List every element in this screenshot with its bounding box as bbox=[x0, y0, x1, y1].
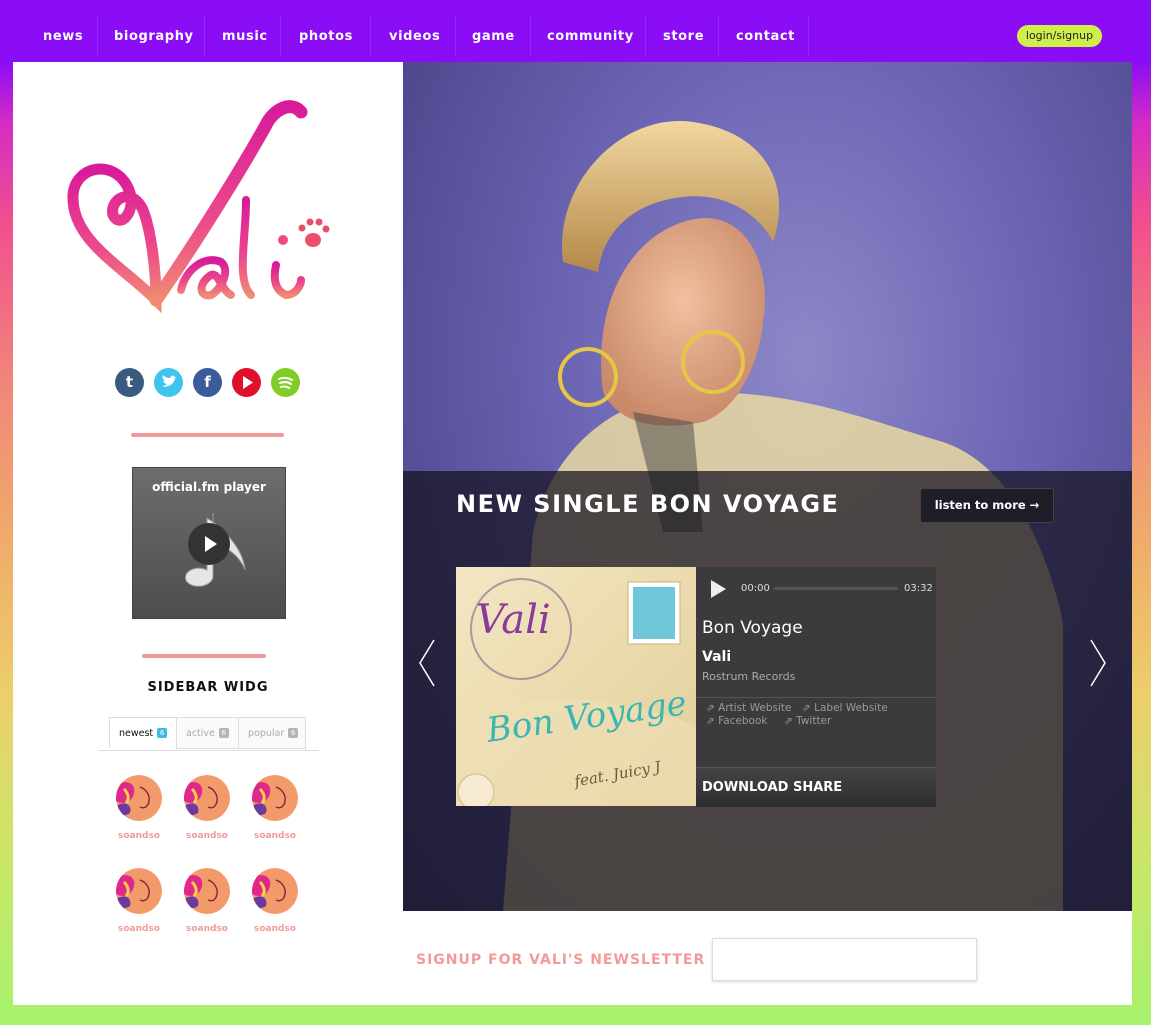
nav-divider bbox=[97, 16, 98, 56]
avatar-item[interactable]: soandso bbox=[245, 775, 305, 855]
avatar-item[interactable]: soandso bbox=[177, 775, 237, 855]
track-label: Rostrum Records bbox=[702, 670, 796, 683]
main-content: NEW SINGLE BON VOYAGE listen to more → V… bbox=[403, 62, 1132, 1005]
avatar[interactable] bbox=[116, 868, 162, 914]
nav-videos[interactable]: videos bbox=[389, 29, 440, 44]
slider-prev-arrow[interactable] bbox=[418, 638, 436, 692]
nav-biography[interactable]: biography bbox=[114, 29, 194, 44]
avatar-label[interactable]: soandso bbox=[177, 924, 237, 934]
track-actions: DOWNLOAD SHARE bbox=[696, 767, 936, 807]
nav-music[interactable]: music bbox=[222, 29, 268, 44]
tab-count-badge: 6 bbox=[288, 728, 299, 738]
sidebar: t f official.fm player SIDEBAR WIDG newes… bbox=[13, 62, 403, 1005]
avatar-label[interactable]: soandso bbox=[245, 924, 305, 934]
tumblr-icon[interactable]: t bbox=[115, 368, 144, 397]
vali-logo[interactable] bbox=[61, 90, 331, 334]
avatar[interactable] bbox=[184, 868, 230, 914]
nav-game[interactable]: game bbox=[472, 29, 515, 44]
avatar[interactable] bbox=[116, 775, 162, 821]
tab-newest[interactable]: newest 6 bbox=[109, 717, 177, 749]
hero-title: NEW SINGLE BON VOYAGE bbox=[456, 490, 840, 518]
nav-divider bbox=[455, 16, 456, 56]
avatar[interactable] bbox=[252, 775, 298, 821]
nav-divider bbox=[370, 16, 371, 56]
album-cover[interactable]: Vali Bon Voyage feat. Juicy J bbox=[456, 567, 696, 806]
nav-divider bbox=[280, 16, 281, 56]
avatar-item[interactable]: soandso bbox=[177, 868, 237, 948]
spotify-icon[interactable] bbox=[271, 368, 300, 397]
login-signup-button[interactable]: login/signup bbox=[1017, 25, 1102, 47]
artist-website-link[interactable]: ⇗ Artist Website bbox=[706, 702, 791, 714]
play-icon[interactable] bbox=[188, 523, 230, 565]
twitter-icon[interactable] bbox=[154, 368, 183, 397]
nav-contact[interactable]: contact bbox=[736, 29, 795, 44]
top-navigation: news biography music photos videos game … bbox=[0, 0, 1151, 62]
avatar-label[interactable]: soandso bbox=[109, 924, 169, 934]
avatar-label[interactable]: soandso bbox=[245, 831, 305, 841]
nav-divider bbox=[718, 16, 719, 56]
progress-bar[interactable] bbox=[774, 587, 898, 590]
time-current: 00:00 bbox=[741, 583, 770, 594]
tab-active[interactable]: active 6 bbox=[176, 717, 239, 749]
time-total: 03:32 bbox=[904, 583, 933, 594]
official-fm-player[interactable]: official.fm player bbox=[132, 467, 286, 619]
sidebar-widget-title: SIDEBAR WIDG bbox=[147, 680, 269, 695]
newsletter-label: SIGNUP FOR VALI'S NEWSLETTER bbox=[416, 952, 706, 968]
track-artist: Vali bbox=[702, 649, 732, 665]
nav-divider bbox=[808, 16, 809, 56]
nav-divider bbox=[204, 16, 205, 56]
player-title: official.fm player bbox=[152, 480, 266, 494]
tab-label: popular bbox=[248, 728, 285, 739]
listen-more-button[interactable]: listen to more → bbox=[920, 488, 1054, 523]
newsletter-email-input[interactable] bbox=[712, 938, 977, 981]
panel-divider bbox=[696, 697, 936, 698]
facebook-icon[interactable]: f bbox=[193, 368, 222, 397]
youtube-icon[interactable] bbox=[232, 368, 261, 397]
album-brand: Vali bbox=[476, 597, 551, 643]
avatar-label[interactable]: soandso bbox=[177, 831, 237, 841]
tab-popular[interactable]: popular 6 bbox=[238, 717, 306, 749]
twitter-link[interactable]: ⇗ Twitter bbox=[784, 715, 831, 727]
link-label: Twitter bbox=[796, 715, 832, 727]
track-panel: 00:00 03:32 Bon Voyage Vali Rostrum Reco… bbox=[696, 567, 936, 807]
track-title: Bon Voyage bbox=[702, 618, 803, 638]
label-website-link[interactable]: ⇗ Label Website bbox=[802, 702, 888, 714]
nav-news[interactable]: news bbox=[43, 29, 83, 44]
tab-count-badge: 6 bbox=[218, 728, 229, 738]
pink-divider bbox=[142, 654, 266, 658]
nav-photos[interactable]: photos bbox=[299, 29, 353, 44]
link-label: Artist Website bbox=[718, 702, 792, 714]
nav-store[interactable]: store bbox=[663, 29, 704, 44]
facebook-link[interactable]: ⇗ Facebook bbox=[706, 715, 767, 727]
tab-label: active bbox=[186, 728, 215, 739]
avatar-label[interactable]: soandso bbox=[109, 831, 169, 841]
avatar[interactable] bbox=[184, 775, 230, 821]
link-label: Label Website bbox=[814, 702, 888, 714]
download-share-button[interactable]: DOWNLOAD SHARE bbox=[702, 780, 842, 795]
link-label: Facebook bbox=[718, 715, 768, 727]
nav-community[interactable]: community bbox=[547, 29, 634, 44]
nav-divider bbox=[530, 16, 531, 56]
track-play-button[interactable] bbox=[706, 577, 730, 601]
avatar-item[interactable]: soandso bbox=[109, 775, 169, 855]
hero-slider: NEW SINGLE BON VOYAGE listen to more → V… bbox=[403, 62, 1132, 911]
avatar[interactable] bbox=[252, 868, 298, 914]
tab-count-badge: 6 bbox=[157, 728, 168, 738]
avatar-item[interactable]: soandso bbox=[245, 868, 305, 948]
pink-divider bbox=[131, 433, 284, 437]
nav-divider bbox=[645, 16, 646, 56]
widget-tabs: newest 6 active 6 popular 6 bbox=[99, 717, 319, 751]
tab-label: newest bbox=[119, 728, 154, 739]
slider-next-arrow[interactable] bbox=[1089, 638, 1107, 692]
avatar-item[interactable]: soandso bbox=[109, 868, 169, 948]
